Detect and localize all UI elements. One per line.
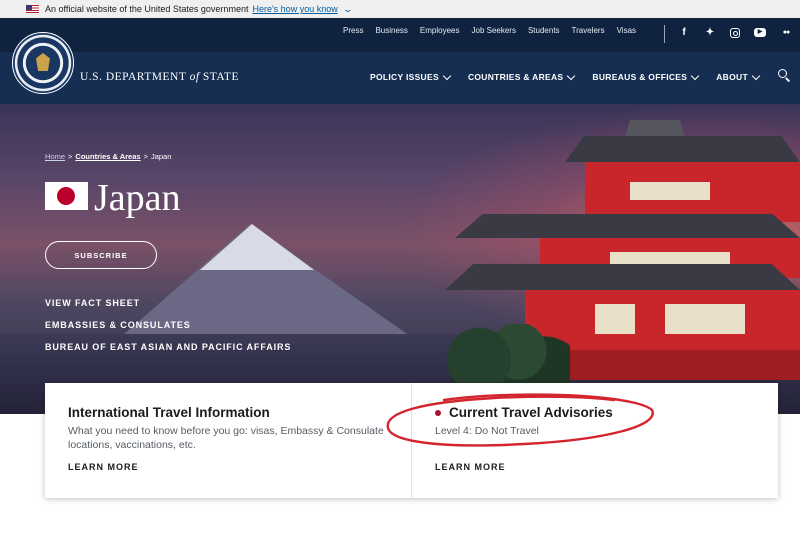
official-gov-banner: An official website of the United States…	[0, 0, 800, 18]
view-fact-sheet-link[interactable]: VIEW FACT SHEET	[45, 298, 291, 320]
learn-more-link[interactable]: LEARN MORE	[435, 462, 506, 472]
state-department-seal-logo[interactable]	[12, 32, 74, 94]
country-links: VIEW FACT SHEET EMBASSIES & CONSULATES B…	[45, 298, 291, 364]
nav-policy-issues[interactable]: POLICY ISSUES	[370, 71, 452, 82]
utility-link-students[interactable]: Students	[528, 26, 560, 35]
page-title: Japan	[94, 177, 181, 219]
breadcrumb-current: Japan	[150, 152, 172, 161]
department-name[interactable]: U.S. DEPARTMENT of STATE	[80, 71, 239, 83]
travel-advisory-card: Current Travel Advisories Level 4: Do No…	[411, 383, 778, 498]
twitter-icon[interactable]: ✦	[704, 27, 716, 39]
us-flag-icon	[26, 5, 39, 13]
nav-countries-areas[interactable]: COUNTRIES & AREAS	[468, 71, 576, 82]
heres-how-you-know-link[interactable]: Here's how you know	[252, 4, 337, 14]
advisory-status-dot-icon	[435, 409, 441, 416]
card-title: Current Travel Advisories	[435, 405, 755, 420]
instagram-icon[interactable]	[730, 28, 740, 38]
chevron-down-icon	[690, 71, 700, 80]
utility-link-job-seekers[interactable]: Job Seekers	[472, 26, 516, 35]
main-nav: POLICY ISSUES COUNTRIES & AREAS BUREAUS …	[370, 71, 777, 82]
gov-banner-text: An official website of the United States…	[45, 4, 249, 14]
embassies-consulates-link[interactable]: EMBASSIES & CONSULATES	[45, 320, 291, 342]
subscribe-button[interactable]: SUBSCRIBE	[45, 241, 157, 269]
chevron-down-icon	[751, 71, 761, 80]
utility-nav: Press Business Employees Job Seekers Stu…	[343, 26, 648, 35]
card-title: International Travel Information	[68, 405, 270, 420]
facebook-icon[interactable]: f	[678, 27, 690, 39]
japan-flag-icon	[45, 182, 88, 210]
advisory-level: Level 4: Do Not Travel	[435, 425, 539, 437]
bureau-east-asian-pacific-link[interactable]: BUREAU OF EAST ASIAN AND PACIFIC AFFAIRS	[45, 342, 291, 364]
nav-about[interactable]: ABOUT	[716, 71, 761, 82]
social-links: f ✦ ▶ ●●	[678, 27, 800, 39]
travel-info-card: International Travel Information What yo…	[45, 383, 411, 498]
utility-link-visas[interactable]: Visas	[617, 26, 636, 35]
utility-divider	[664, 25, 665, 43]
utility-link-travelers[interactable]: Travelers	[572, 26, 605, 35]
utility-link-business[interactable]: Business	[375, 26, 407, 35]
chevron-down-icon	[567, 71, 576, 80]
chevron-down-icon[interactable]: ⌄	[342, 4, 353, 15]
utility-link-press[interactable]: Press	[343, 26, 363, 35]
utility-link-employees[interactable]: Employees	[420, 26, 460, 35]
breadcrumb-countries-areas[interactable]: Countries & Areas	[75, 152, 140, 161]
youtube-icon[interactable]: ▶	[754, 28, 766, 37]
breadcrumb-home[interactable]: Home	[45, 152, 65, 161]
learn-more-link[interactable]: LEARN MORE	[68, 462, 139, 472]
search-icon[interactable]	[778, 69, 790, 81]
info-cards: International Travel Information What yo…	[45, 383, 778, 498]
nav-bureaus-offices[interactable]: BUREAUS & OFFICES	[592, 71, 700, 82]
card-description: What you need to know before you go: vis…	[68, 425, 384, 451]
chevron-down-icon	[442, 71, 452, 80]
breadcrumb: Home > Countries & Areas > Japan	[45, 152, 172, 161]
flickr-icon[interactable]: ●●	[780, 27, 792, 39]
